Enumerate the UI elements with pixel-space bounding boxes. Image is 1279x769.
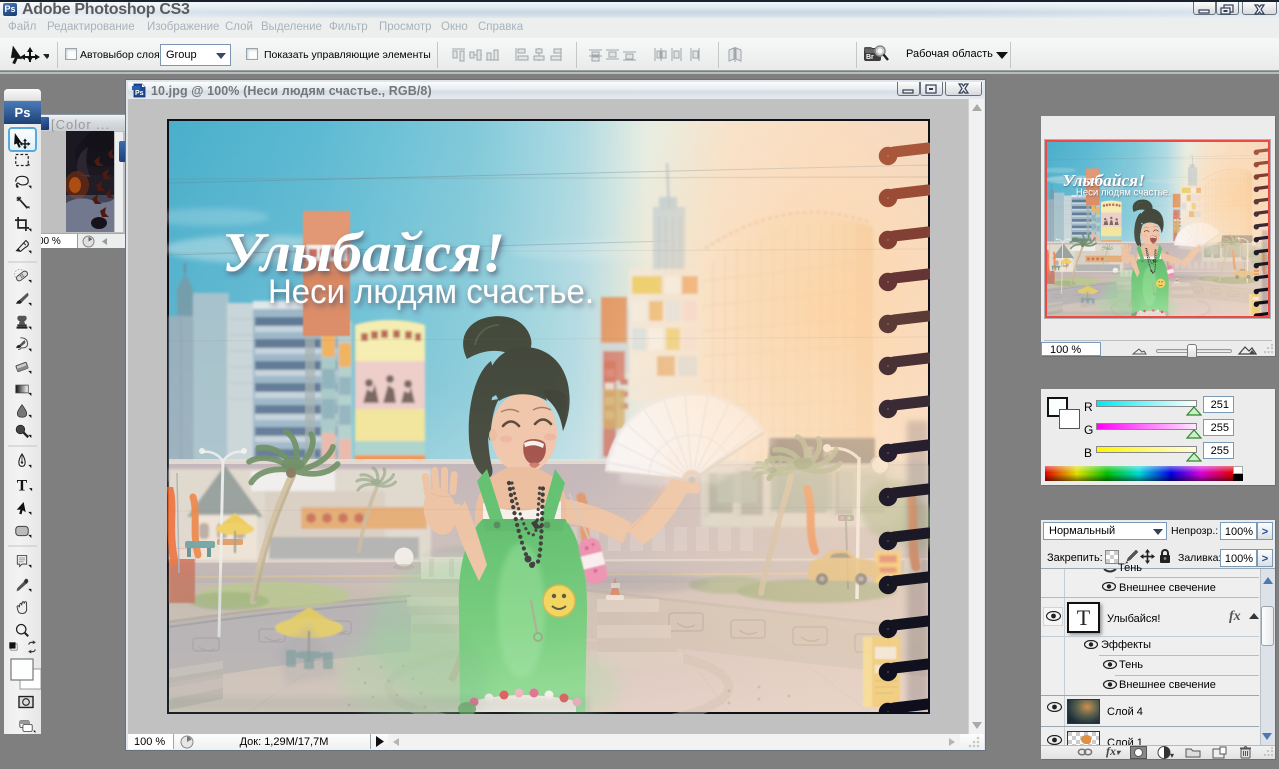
svg-text:Br: Br xyxy=(866,54,874,61)
svg-text:Ps: Ps xyxy=(135,90,144,97)
svg-text:▾: ▾ xyxy=(1170,751,1174,759)
svg-text:T: T xyxy=(17,477,28,494)
